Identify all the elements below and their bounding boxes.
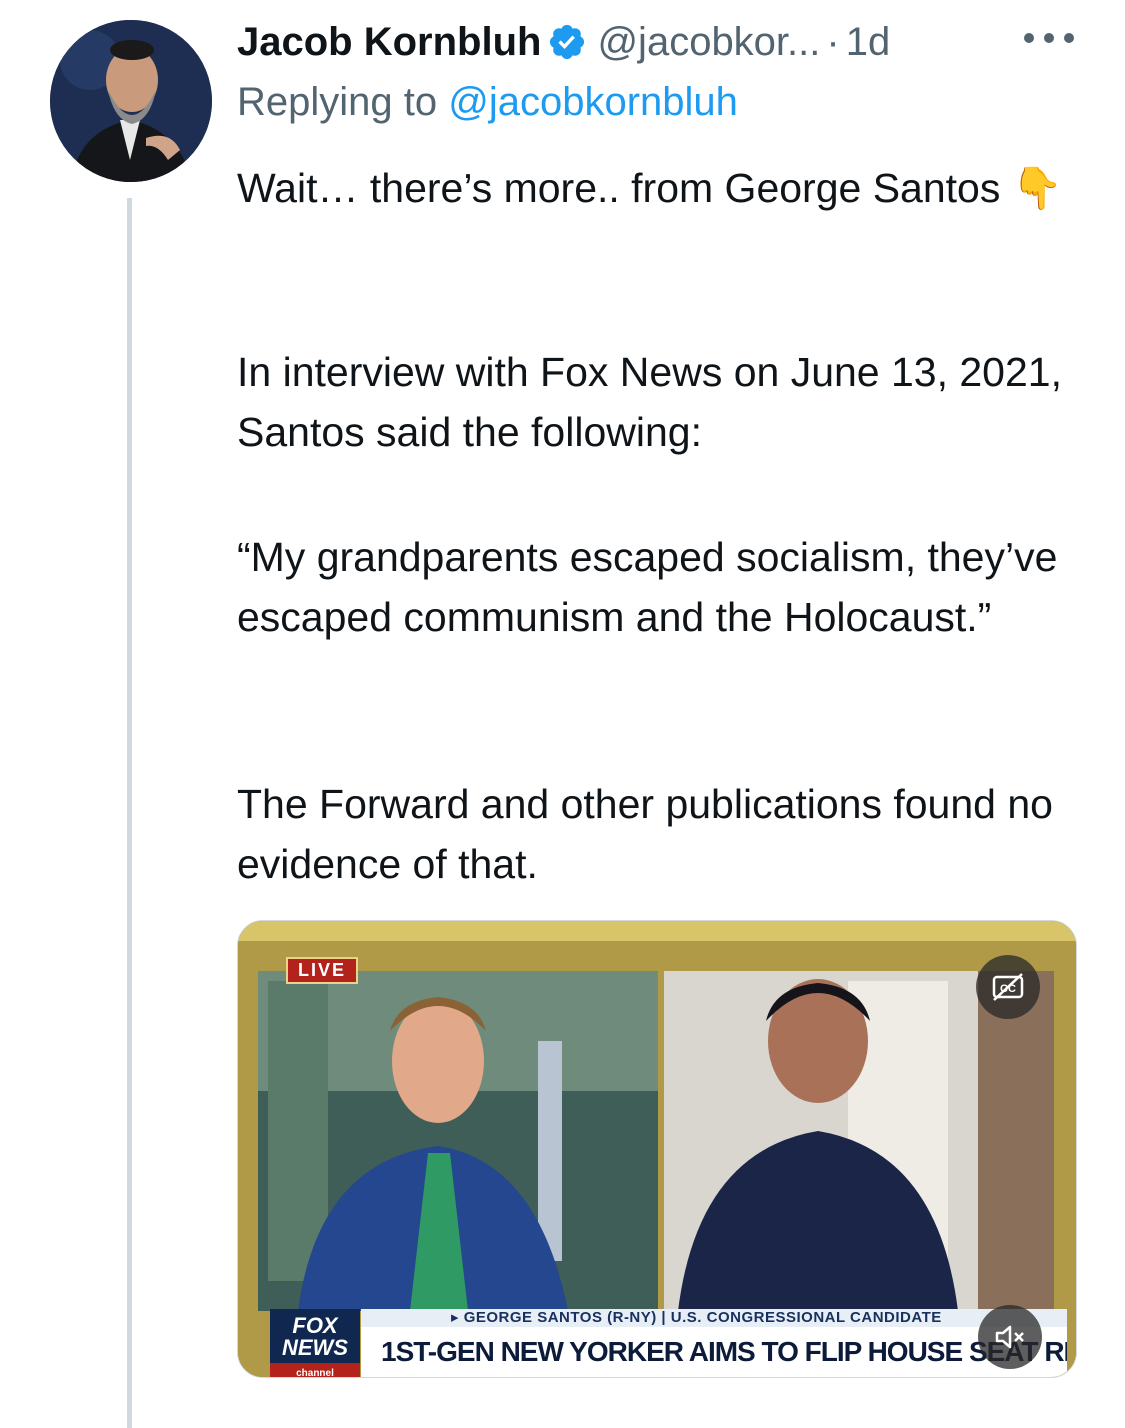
network-logo-sub: channel (270, 1363, 360, 1377)
news-chyron: ▸ GEORGE SANTOS (R-NY) | U.S. CONGRESSIO… (361, 1309, 1067, 1377)
more-options-icon[interactable] (1024, 18, 1074, 58)
tweet-paragraph: The Forward and other publications found… (237, 781, 1053, 887)
video-player[interactable]: LIVE CC FOX NEWS channel ▸ GEORGE SANTOS… (237, 920, 1077, 1378)
separator-dot: · (826, 19, 840, 64)
live-badge: LIVE (286, 957, 359, 984)
network-logo: FOX NEWS channel (270, 1309, 360, 1377)
muted-speaker-icon[interactable] (978, 1305, 1042, 1369)
tweet-paragraph: Wait… there’s more.. from George Santos … (237, 165, 1063, 211)
author-name[interactable]: Jacob Kornbluh (237, 20, 541, 65)
captions-off-icon[interactable]: CC (976, 955, 1040, 1019)
replying-to-link[interactable]: @jacobkornbluh (448, 80, 738, 124)
avatar-photo (50, 20, 212, 182)
tweet-paragraph: In interview with Fox News on June 13, 2… (237, 349, 1062, 455)
tweet-timestamp[interactable]: 1d (846, 20, 891, 65)
network-logo-text: FOX NEWS (282, 1313, 348, 1360)
chyron-headline: 1ST-GEN NEW YORKER AIMS TO FLIP HOUSE SE… (361, 1327, 1067, 1377)
author-avatar[interactable] (50, 20, 212, 182)
tweet-paragraph: “My grandparents escaped socialism, they… (237, 534, 1058, 640)
thread-connector-line (127, 198, 132, 1428)
replying-to-label: Replying to (237, 80, 438, 124)
replying-to-line: Replying to @jacobkornbluh (237, 80, 738, 125)
tweet-header: Jacob Kornbluh @jacobkor... · 1d (237, 16, 890, 68)
verified-badge-icon (547, 22, 587, 62)
author-handle[interactable]: @jacobkor... (597, 20, 820, 65)
chyron-subtitle: ▸ GEORGE SANTOS (R-NY) | U.S. CONGRESSIO… (361, 1309, 1067, 1327)
